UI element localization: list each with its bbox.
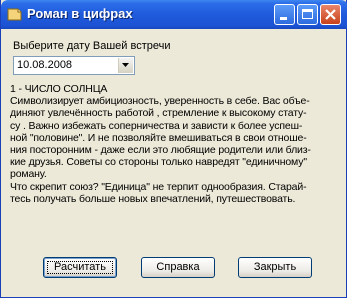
numerology-result-text: 1 - ЧИСЛО СОЛНЦА Символизирует амбициозн… [10, 83, 340, 205]
result-line: Символизирует амбициозность, уверенность… [10, 95, 310, 108]
result-line: ния посторонним - даже если это любящие … [10, 144, 311, 157]
result-line: диняют увлечённость работой , стремление… [10, 107, 307, 120]
close-button-label: Закрыть [253, 261, 297, 273]
close-button[interactable]: Закрыть [238, 257, 312, 278]
date-picker[interactable]: 10.08.2008 [13, 56, 135, 75]
close-window-button[interactable] [320, 4, 341, 25]
calculate-button[interactable]: Расчитать [43, 257, 117, 278]
window-client-area: Выберите дату Вашей встречи 10.08.2008 1… [4, 29, 343, 295]
date-value: 10.08.2008 [17, 59, 73, 71]
minimize-icon [280, 17, 287, 20]
date-prompt-label: Выберите дату Вашей встречи [13, 40, 171, 52]
maximize-icon [302, 9, 313, 19]
maximize-button[interactable] [297, 4, 318, 25]
help-button[interactable]: Справка [141, 257, 215, 278]
result-line: Что скрепит союз? "Единица" не терпит од… [10, 180, 307, 193]
app-window: Роман в цифрах Выберите дату Вашей встре… [0, 0, 347, 298]
result-line: тесь получать больше новых впечатлений, … [10, 192, 296, 205]
result-line: су . Важно избежать соперничества и зави… [10, 119, 303, 132]
chevron-down-icon [122, 63, 129, 67]
result-line: роману. [10, 168, 47, 181]
focus-rectangle [47, 261, 113, 274]
minimize-button[interactable] [274, 4, 295, 25]
result-line: кие друзья. Советы со стороны только нав… [10, 156, 307, 169]
window-title: Роман в цифрах [27, 6, 133, 21]
result-line: ной "половине". И не позволяйте вмешиват… [10, 131, 307, 144]
app-icon [7, 7, 23, 21]
title-bar[interactable]: Роман в цифрах [1, 0, 347, 29]
close-icon [325, 9, 336, 20]
result-line: 1 - ЧИСЛО СОЛНЦА [10, 83, 108, 95]
help-button-label: Справка [156, 261, 200, 273]
date-dropdown-button[interactable] [118, 58, 133, 73]
